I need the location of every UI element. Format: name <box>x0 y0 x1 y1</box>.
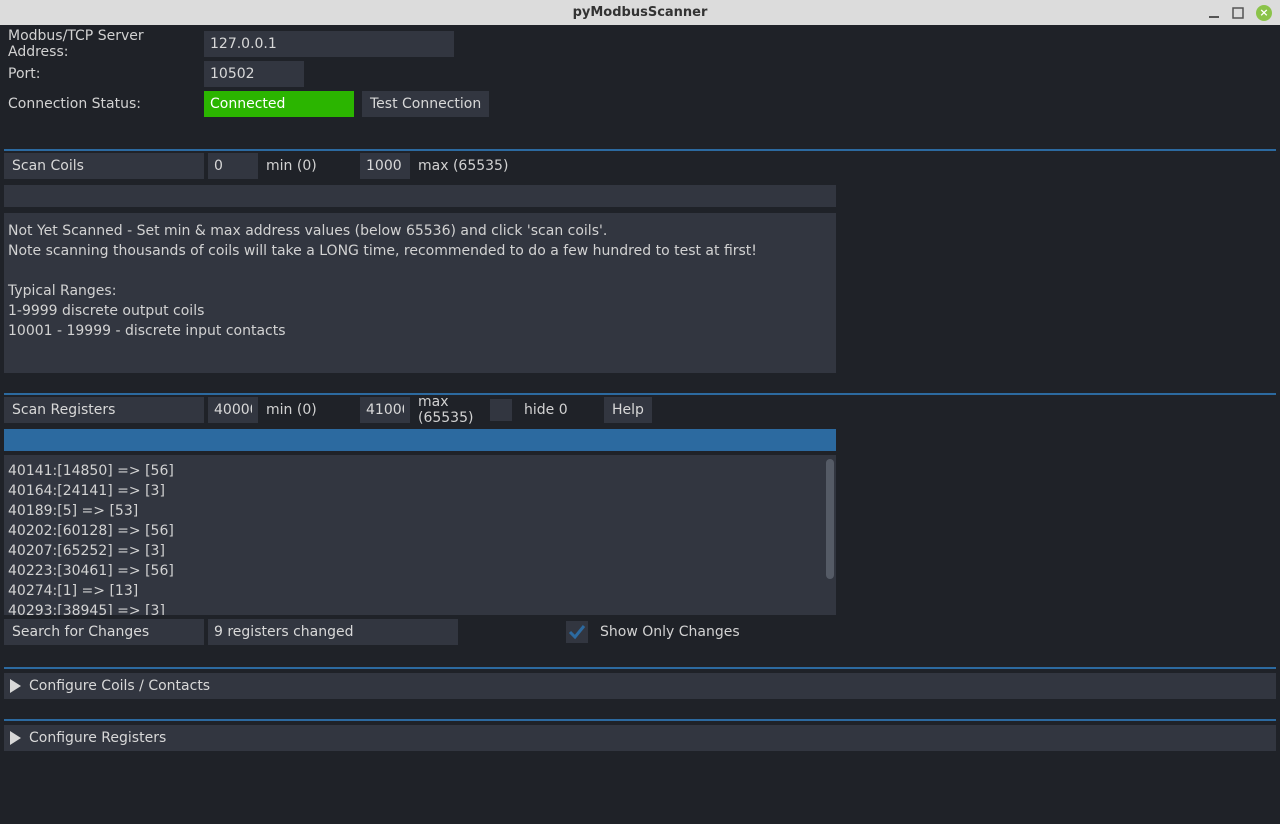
register-line: 40207:[65252] => [3] <box>8 541 832 561</box>
changes-status: 9 registers changed <box>208 619 458 645</box>
hide-zero-checkbox[interactable] <box>490 399 512 421</box>
register-line: 40274:[1] => [13] <box>8 581 832 601</box>
server-address-input[interactable] <box>204 31 454 57</box>
registers-max-label: max (65535) <box>414 394 486 426</box>
show-only-changes-checkbox[interactable] <box>566 621 588 643</box>
maximize-icon[interactable] <box>1232 7 1244 19</box>
port-label: Port: <box>4 66 204 82</box>
configure-coils-header[interactable]: Configure Coils / Contacts <box>4 673 1276 699</box>
test-connection-button[interactable]: Test Connection <box>362 91 489 117</box>
register-line: 40293:[38945] => [3] <box>8 601 832 615</box>
register-line: 40164:[24141] => [3] <box>8 481 832 501</box>
registers-output[interactable]: 40141:[14850] => [56] 40164:[24141] => [… <box>4 455 836 615</box>
coils-output: Not Yet Scanned - Set min & max address … <box>4 213 836 373</box>
coils-max-input[interactable] <box>360 153 410 179</box>
registers-progress <box>4 429 836 451</box>
search-for-changes-button[interactable]: Search for Changes <box>4 619 204 645</box>
close-icon[interactable]: × <box>1256 5 1272 21</box>
scrollbar[interactable] <box>826 459 834 579</box>
configure-registers-header[interactable]: Configure Registers <box>4 725 1276 751</box>
chevron-right-icon <box>10 679 21 693</box>
coils-max-label: max (65535) <box>414 158 512 174</box>
chevron-right-icon <box>10 731 21 745</box>
registers-min-input[interactable] <box>208 397 258 423</box>
registers-max-input[interactable] <box>360 397 410 423</box>
registers-min-label: min (0) <box>262 402 356 418</box>
window-titlebar: pyModbusScanner × <box>0 0 1280 25</box>
configure-registers-label: Configure Registers <box>29 730 166 746</box>
connection-status-value: Connected <box>204 91 354 117</box>
hide-zero-label: hide 0 <box>520 402 600 418</box>
register-line: 40141:[14850] => [56] <box>8 461 832 481</box>
scan-registers-button[interactable]: Scan Registers <box>4 397 204 423</box>
register-line: 40223:[30461] => [56] <box>8 561 832 581</box>
connection-status-label: Connection Status: <box>4 96 204 112</box>
minimize-icon[interactable] <box>1208 7 1220 19</box>
show-only-changes-label: Show Only Changes <box>596 624 744 640</box>
register-line: 40202:[60128] => [56] <box>8 521 832 541</box>
coils-min-input[interactable] <box>208 153 258 179</box>
server-address-label: Modbus/TCP Server Address: <box>4 28 204 60</box>
coils-min-label: min (0) <box>262 158 356 174</box>
coils-progress <box>4 185 836 207</box>
port-input[interactable] <box>204 61 304 87</box>
configure-coils-label: Configure Coils / Contacts <box>29 678 210 694</box>
help-button[interactable]: Help <box>604 397 652 423</box>
scan-coils-button[interactable]: Scan Coils <box>4 153 204 179</box>
window-title: pyModbusScanner <box>0 5 1280 20</box>
register-line: 40189:[5] => [53] <box>8 501 832 521</box>
